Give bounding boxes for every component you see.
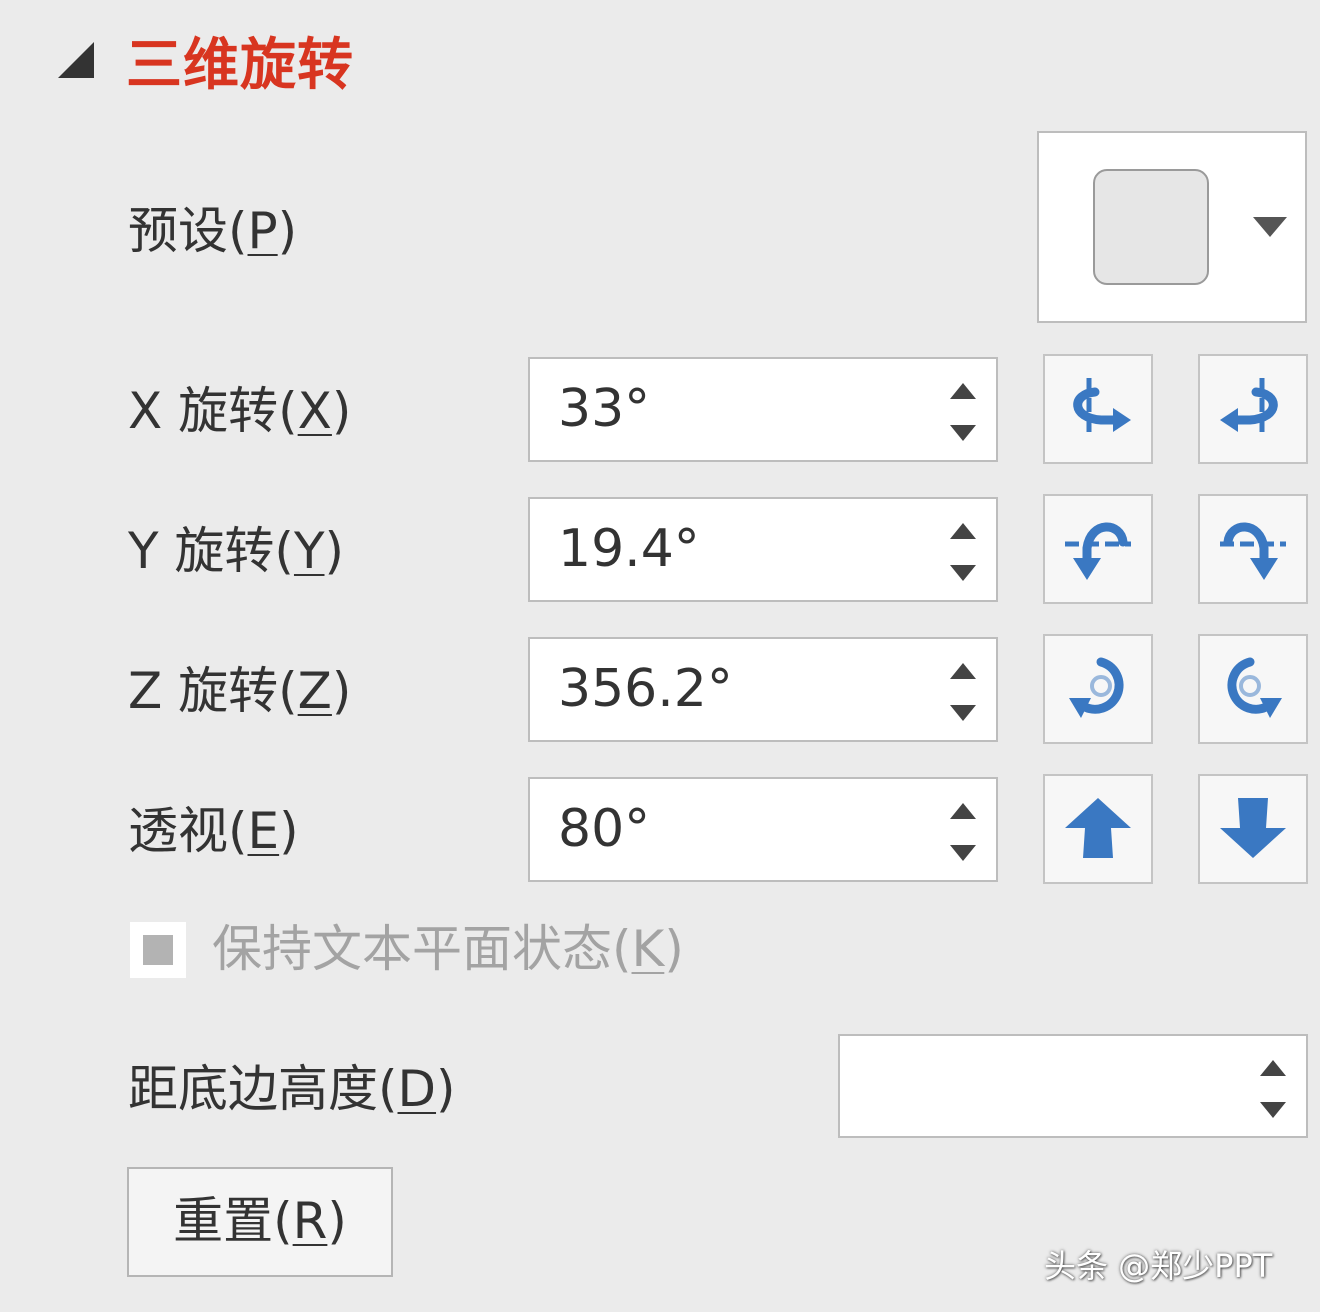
preset-dropdown[interactable] [1037, 131, 1307, 323]
reset-button[interactable]: 重置(R) [127, 1167, 393, 1277]
rotate-x-left-icon [1073, 378, 1131, 436]
keep-text-flat-label: 保持文本平面状态(K) [212, 920, 684, 978]
z-rotation-label: Z 旋转(Z) [128, 662, 352, 720]
rotate-z-counterclockwise-icon [1069, 657, 1124, 718]
spin-up-icon[interactable] [1260, 1060, 1286, 1076]
rotate-z-clockwise-button[interactable] [1198, 634, 1308, 744]
checkbox-indeterminate-mark [143, 935, 173, 965]
rotate-x-left-button[interactable] [1043, 354, 1153, 464]
perspective-decrease-button[interactable] [1198, 774, 1308, 884]
rotate-x-right-button[interactable] [1198, 354, 1308, 464]
section-title: 三维旋转 [126, 33, 354, 98]
distance-spinner[interactable] [838, 1034, 1308, 1138]
z-rotation-spinner[interactable]: 356.2° [528, 637, 998, 742]
perspective-increase-icon [1065, 798, 1131, 858]
spin-up-icon[interactable] [950, 383, 976, 399]
perspective-spinner[interactable]: 80° [528, 777, 998, 882]
preset-label: 预设(P) [128, 202, 298, 260]
spin-down-icon[interactable] [950, 705, 976, 721]
rotate-y-down-icon [1220, 522, 1286, 580]
x-rotation-value[interactable]: 33° [558, 373, 650, 445]
rotate-y-up-icon [1065, 522, 1131, 580]
preset-swatch [1093, 169, 1209, 285]
rotate-y-down-button[interactable] [1198, 494, 1308, 604]
spin-down-icon[interactable] [1260, 1102, 1286, 1118]
spin-down-icon[interactable] [950, 425, 976, 441]
keep-text-flat-checkbox[interactable] [130, 922, 186, 978]
collapse-triangle-icon[interactable] [58, 42, 94, 78]
perspective-label: 透视(E) [128, 802, 299, 860]
spin-up-icon[interactable] [950, 803, 976, 819]
y-rotation-spinner[interactable]: 19.4° [528, 497, 998, 602]
y-rotation-label: Y 旋转(Y) [128, 522, 345, 580]
spin-up-icon[interactable] [950, 663, 976, 679]
chevron-down-icon [1253, 217, 1287, 237]
spin-down-icon[interactable] [950, 845, 976, 861]
watermark: 头条 @郑少PPT [1044, 1247, 1273, 1285]
perspective-increase-button[interactable] [1043, 774, 1153, 884]
distance-label: 距底边高度(D) [128, 1060, 456, 1118]
rotate-z-clockwise-icon [1227, 657, 1282, 718]
rotate-z-counterclockwise-button[interactable] [1043, 634, 1153, 744]
spin-up-icon[interactable] [950, 523, 976, 539]
x-rotation-label: X 旋转(X) [128, 382, 352, 440]
spin-down-icon[interactable] [950, 565, 976, 581]
x-rotation-spinner[interactable]: 33° [528, 357, 998, 462]
y-rotation-value[interactable]: 19.4° [558, 513, 700, 585]
z-rotation-value[interactable]: 356.2° [558, 653, 733, 725]
rotate-x-right-icon [1220, 378, 1278, 436]
perspective-value[interactable]: 80° [558, 793, 650, 865]
rotate-y-up-button[interactable] [1043, 494, 1153, 604]
perspective-decrease-icon [1220, 798, 1286, 858]
